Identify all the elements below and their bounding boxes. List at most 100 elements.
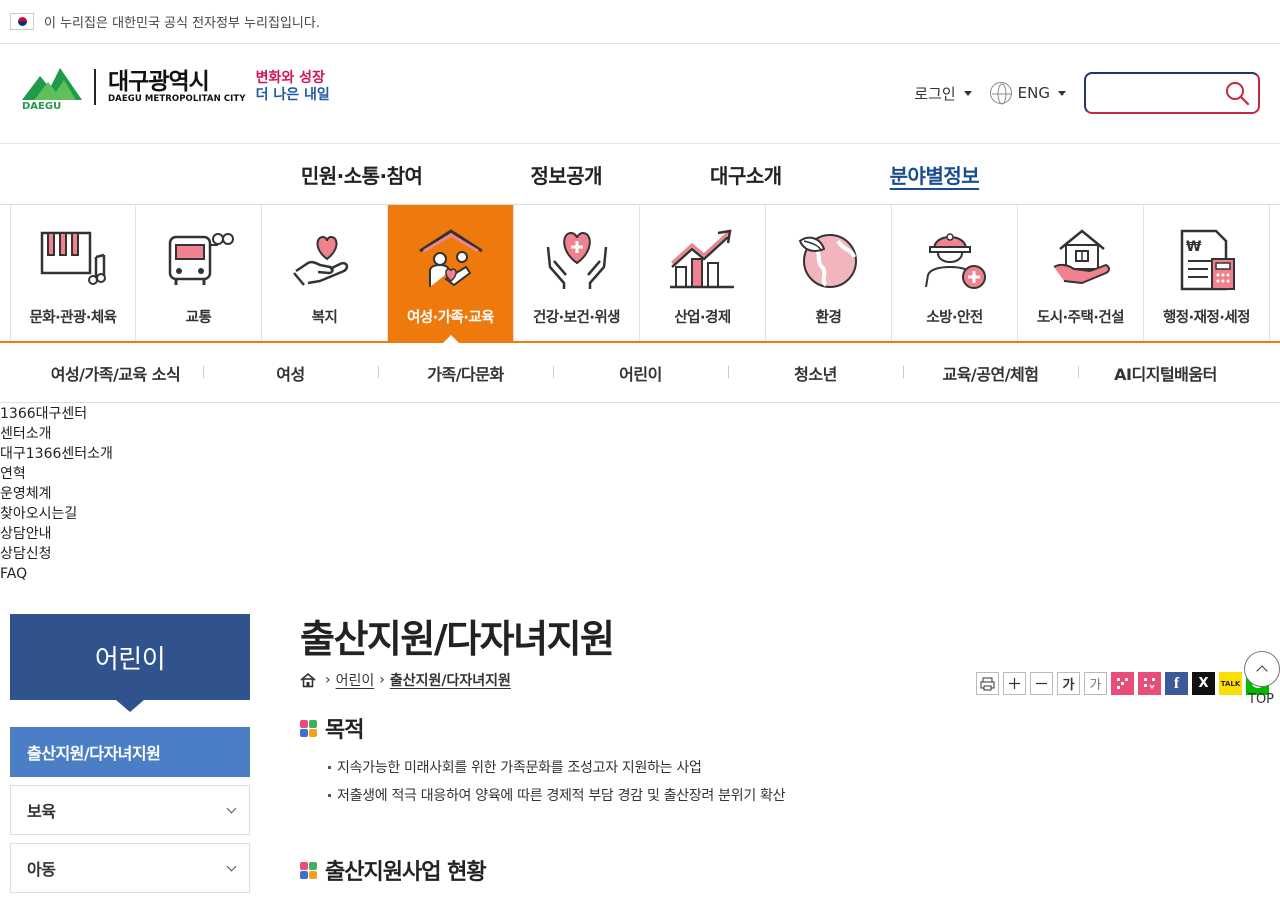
x-share-button[interactable]: X [1192, 672, 1215, 695]
sidebar-item-label: 출산지원/다자녀지원 [27, 744, 161, 763]
purpose-list: 지속가능한 미래사회를 위한 가족문화를 조성고자 지원하는 사업 저출생에 적… [300, 754, 1260, 810]
qr-icon [1117, 678, 1128, 689]
globe-icon [989, 82, 1012, 105]
print-icon [980, 677, 995, 690]
category-industry-economy[interactable]: 산업·경제 [640, 205, 766, 341]
heart-hand-icon [292, 235, 348, 286]
subnav-item-family[interactable]: 가족/다문화 [378, 361, 553, 385]
category-women-family-education[interactable]: 여성·가족·교육 [388, 205, 514, 343]
category-urban-housing[interactable]: 도시·주택·건설 [1018, 205, 1144, 341]
category-label: 문화·관광·체육 [29, 310, 117, 326]
chevron-right-icon: › [325, 672, 331, 688]
facebook-share-button[interactable]: f [1165, 672, 1188, 695]
category-culture[interactable]: 문화·관광·체육 [10, 205, 136, 341]
breadcrumb-link[interactable]: 어린이 [336, 670, 375, 690]
slogan: 변화와 성장 더 나은 내일 [256, 70, 330, 104]
category-health[interactable]: 건강·보건·위생 [514, 205, 640, 341]
print-button[interactable] [976, 672, 999, 695]
list-item[interactable]: 상담안내 [0, 524, 1280, 544]
section-title: 출산지원사업 현황 [300, 854, 1260, 886]
bus-icon [168, 233, 234, 285]
gnb-item-about[interactable]: 대구소개 [710, 160, 782, 189]
main-content: 출산지원/다자녀지원 › 어린이 › 출산지원/다자녀지원 가 가 f X TA… [300, 614, 1269, 886]
list-item[interactable]: 찾아오시는길 [0, 504, 1280, 524]
chevron-down-icon [226, 803, 237, 814]
sidebar-title: 어린이 [10, 614, 250, 712]
gnb-item-field-info[interactable]: 분야별정보 [890, 160, 980, 189]
subnav-item-children[interactable]: 어린이 [553, 361, 728, 385]
sidebar: 어린이 출산지원/다자녀지원 보육 아동 [10, 614, 250, 893]
subnav-item-ai-digital[interactable]: AI디지털배움터 [1078, 361, 1253, 385]
category-label: 여성·가족·교육 [406, 310, 495, 326]
home-icon[interactable] [300, 672, 316, 688]
category-label: 행정·재정·세정 [1162, 310, 1251, 326]
list-item[interactable]: 1366대구센터 [0, 404, 1280, 424]
growth-chart-icon [669, 229, 734, 289]
search-icon[interactable] [1224, 80, 1250, 106]
list-item[interactable]: FAQ [0, 564, 1280, 584]
search-box [1084, 72, 1260, 114]
logo-name-en: DAEGU METROPOLITAN CITY [108, 94, 246, 104]
daegu-logo-icon: DAEGU [20, 62, 84, 112]
category-label: 도시·주택·건설 [1036, 310, 1125, 326]
category-fire-safety[interactable]: 소방·안전 [892, 205, 1018, 341]
zoom-out-button[interactable] [1030, 672, 1053, 695]
list-item[interactable]: 대구1366센터소개 [0, 444, 1280, 464]
login-label: 로그인 [914, 84, 956, 103]
category-label: 교통 [185, 310, 212, 326]
list-item[interactable]: 상담신청 [0, 544, 1280, 564]
list-item[interactable]: 센터소개 [0, 424, 1280, 444]
breadcrumb-current[interactable]: 출산지원/다자녀지원 [390, 670, 511, 690]
site-logo[interactable]: DAEGU 대구광역시 DAEGU METROPOLITAN CITY 변화와 … [20, 62, 330, 112]
gnb-item-info[interactable]: 정보공개 [530, 160, 602, 189]
sub-navigation: 여성/가족/교육 소식 여성 가족/다문화 어린이 청소년 교육/공연/체험 A… [0, 343, 1280, 403]
category-label: 복지 [311, 310, 338, 326]
section-title-text: 출산지원사업 현황 [325, 860, 487, 885]
subnav-item-news[interactable]: 여성/가족/교육 소식 [28, 361, 203, 385]
category-label: 건강·보건·위생 [532, 310, 621, 326]
caret-down-icon [963, 90, 972, 96]
search-input[interactable] [1096, 74, 1226, 110]
piano-icon [40, 231, 106, 285]
header: DAEGU 대구광역시 DAEGU METROPOLITAN CITY 변화와 … [0, 44, 1280, 144]
scroll-top-button[interactable] [1244, 651, 1280, 687]
gnb-item-civil[interactable]: 민원·소통·참여 [301, 160, 423, 189]
svg-text:₩: ₩ [1186, 239, 1202, 255]
sidebar-item-child[interactable]: 아동 [10, 843, 250, 893]
category-environment[interactable]: 환경 [766, 205, 892, 341]
qr-button[interactable] [1111, 672, 1134, 695]
category-welfare[interactable]: 복지 [262, 205, 388, 341]
language-dropdown[interactable]: ENG [989, 82, 1066, 105]
list-item[interactable]: 운영체계 [0, 484, 1280, 504]
subnav-item-education[interactable]: 교육/공연/체험 [903, 361, 1078, 385]
subnav-item-youth[interactable]: 청소년 [728, 361, 903, 385]
sidebar-item-birth-support[interactable]: 출산지원/다자녀지원 [10, 727, 250, 777]
category-admin-finance-tax[interactable]: ₩ 행정·재정·세정 [1144, 205, 1270, 341]
center-menu-list: 1366대구센터 센터소개 대구1366센터소개 연혁 운영체계 찾아오시는길 … [0, 403, 1280, 584]
section-title-text: 목적 [325, 718, 364, 743]
house-hand-icon [1052, 229, 1110, 284]
language-label: ENG [1017, 84, 1050, 102]
chevron-right-icon: › [379, 672, 385, 688]
list-item[interactable]: 연혁 [0, 464, 1280, 484]
chevron-down-icon [226, 861, 237, 872]
sidebar-item-childcare[interactable]: 보육 [10, 785, 250, 835]
login-dropdown[interactable]: 로그인 [914, 83, 972, 104]
top-label: TOP [1248, 692, 1275, 707]
section-dots-icon [300, 719, 317, 737]
zoom-in-button[interactable] [1003, 672, 1026, 695]
sidebar-item-label: 아동 [27, 860, 56, 879]
font-large-button[interactable]: 가 [1057, 672, 1080, 695]
minus-icon [1036, 682, 1047, 685]
gov-banner: 이 누리집은 대한민국 공식 전자정부 누리집입니다. [0, 0, 1280, 44]
kakaotalk-share-button[interactable]: TALK [1219, 672, 1242, 695]
subnav-item-women[interactable]: 여성 [203, 361, 378, 385]
category-transport[interactable]: 교통 [136, 205, 262, 341]
plus-icon [1009, 678, 1020, 689]
logo-name-kr: 대구광역시 [108, 69, 210, 95]
qr-download-button[interactable] [1138, 672, 1161, 695]
family-house-icon [418, 229, 483, 287]
qr-download-icon [1144, 678, 1155, 690]
font-small-button[interactable]: 가 [1084, 672, 1107, 695]
korea-flag-icon [10, 13, 34, 30]
